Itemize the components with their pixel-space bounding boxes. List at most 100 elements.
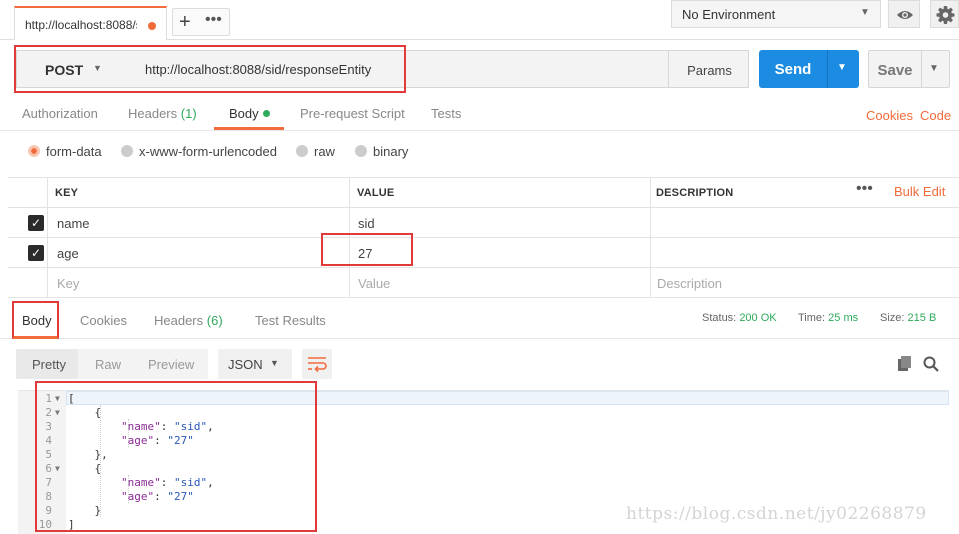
chevron-down-icon[interactable]: ▼ bbox=[837, 62, 847, 73]
status-label: Status: bbox=[702, 312, 737, 324]
active-tab-indicator bbox=[214, 127, 284, 130]
tab-label: Body bbox=[229, 106, 259, 121]
annotation-box-value bbox=[321, 233, 413, 266]
tab-authorization[interactable]: Authorization bbox=[22, 106, 98, 121]
key-value: name bbox=[57, 216, 90, 231]
radio-raw[interactable]: raw bbox=[296, 144, 335, 159]
tab-body[interactable]: Body bbox=[229, 106, 270, 121]
radio-icon bbox=[121, 145, 133, 157]
size-label: Size: bbox=[880, 312, 905, 324]
table-row: ✓ name sid bbox=[8, 208, 959, 238]
checkbox-checked-icon[interactable]: ✓ bbox=[28, 215, 44, 231]
column-header-key: KEY bbox=[55, 187, 79, 199]
settings-button[interactable] bbox=[930, 0, 959, 28]
key-cell[interactable]: age bbox=[47, 238, 349, 268]
more-tabs-icon[interactable]: ••• bbox=[205, 11, 222, 29]
tab-count: (6) bbox=[206, 313, 223, 328]
radio-icon bbox=[296, 145, 308, 157]
request-tab-label: http://localhost:8088/s bbox=[25, 18, 137, 32]
copy-icon[interactable] bbox=[896, 355, 914, 376]
code-link[interactable]: Code bbox=[920, 108, 951, 123]
search-icon[interactable] bbox=[922, 355, 940, 376]
key-cell[interactable]: name bbox=[47, 208, 349, 238]
radio-label: binary bbox=[373, 144, 409, 159]
checkbox-checked-icon[interactable]: ✓ bbox=[28, 245, 44, 261]
format-preview[interactable]: Preview bbox=[148, 357, 194, 372]
response-size: Size: 215 B bbox=[880, 312, 936, 324]
key-placeholder: Key bbox=[57, 276, 80, 291]
radio-binary[interactable]: binary bbox=[355, 144, 408, 159]
tab-label: Pre-request Script bbox=[300, 106, 405, 121]
environment-select[interactable]: No Environment ▼ bbox=[671, 0, 881, 28]
annotation-box-url bbox=[14, 45, 406, 93]
table-row: ✓ age 27 bbox=[8, 238, 959, 268]
column-key: KEY bbox=[47, 178, 349, 208]
tab-count: (1) bbox=[180, 106, 197, 121]
unsaved-dot-icon[interactable] bbox=[148, 22, 156, 30]
status-dot-icon bbox=[262, 110, 270, 117]
wrap-lines-button[interactable] bbox=[302, 349, 332, 379]
tab-actions: + ••• bbox=[172, 8, 230, 36]
divider bbox=[0, 338, 959, 339]
bulk-edit-link[interactable]: Bulk Edit bbox=[894, 184, 945, 199]
watermark-text: https://blog.csdn.net/jy02268879 bbox=[626, 504, 927, 524]
time-label: Time: bbox=[798, 312, 826, 324]
request-tab[interactable]: http://localhost:8088/s bbox=[14, 6, 167, 40]
tab-pre-request-script[interactable]: Pre-request Script bbox=[300, 106, 405, 121]
radio-selected-icon bbox=[28, 145, 40, 157]
language-label: JSON bbox=[228, 357, 263, 372]
chevron-down-icon: ▼ bbox=[270, 358, 279, 368]
format-raw[interactable]: Raw bbox=[95, 357, 121, 372]
radio-x-www-form-urlencoded[interactable]: x-www-form-urlencoded bbox=[121, 144, 277, 159]
size-value: 215 B bbox=[907, 312, 937, 324]
chevron-down-icon[interactable]: ▼ bbox=[929, 63, 939, 74]
form-data-table: KEY VALUE DESCRIPTION ✓ name sid ✓ age 2… bbox=[8, 177, 959, 298]
format-toggle: Pretty Raw Preview bbox=[16, 349, 208, 379]
cookies-link[interactable]: Cookies bbox=[866, 108, 913, 123]
divider bbox=[921, 51, 922, 87]
description-input[interactable]: Description bbox=[650, 268, 959, 298]
response-tab-headers[interactable]: Headers (6) bbox=[154, 313, 223, 328]
response-time: Time: 25 ms bbox=[798, 312, 858, 324]
description-cell[interactable] bbox=[650, 208, 959, 238]
value-text: sid bbox=[358, 216, 375, 231]
tab-label: Cookies bbox=[80, 313, 127, 328]
key-input[interactable]: Key bbox=[47, 268, 349, 298]
radio-form-data[interactable]: form-data bbox=[28, 144, 102, 159]
more-options-icon[interactable]: ••• bbox=[856, 180, 873, 198]
radio-label: form-data bbox=[46, 144, 102, 159]
tab-headers[interactable]: Headers (1) bbox=[128, 106, 197, 121]
save-button[interactable]: Save ▼ bbox=[868, 50, 950, 88]
eye-icon bbox=[897, 11, 913, 19]
save-label: Save bbox=[877, 62, 913, 79]
gear-icon bbox=[936, 6, 955, 24]
column-header-value: VALUE bbox=[357, 187, 395, 199]
response-tab-test-results[interactable]: Test Results bbox=[255, 313, 326, 328]
tab-label: Authorization bbox=[22, 106, 98, 121]
language-select[interactable]: JSON ▼ bbox=[218, 349, 292, 379]
radio-label: x-www-form-urlencoded bbox=[139, 144, 277, 159]
radio-label: raw bbox=[314, 144, 335, 159]
divider bbox=[827, 50, 828, 88]
wrap-lines-icon bbox=[308, 357, 327, 373]
send-button[interactable]: Send ▼ bbox=[759, 50, 859, 88]
column-value: VALUE bbox=[349, 178, 650, 208]
environment-quick-look-button[interactable] bbox=[888, 0, 920, 28]
tab-tests[interactable]: Tests bbox=[431, 106, 461, 121]
format-pretty[interactable]: Pretty bbox=[32, 357, 66, 372]
plus-icon[interactable]: + bbox=[179, 12, 191, 32]
description-placeholder: Description bbox=[657, 276, 723, 291]
annotation-box-body-tab bbox=[12, 301, 59, 339]
tab-label: Headers bbox=[154, 313, 204, 328]
tab-label: Tests bbox=[431, 106, 462, 121]
description-cell[interactable] bbox=[650, 238, 959, 268]
value-input[interactable]: Value bbox=[349, 268, 650, 298]
chevron-down-icon: ▼ bbox=[860, 7, 870, 18]
column-header-description: DESCRIPTION bbox=[656, 187, 734, 199]
time-value: 25 ms bbox=[828, 312, 859, 324]
params-button[interactable]: Params bbox=[668, 50, 749, 88]
tab-label: Headers bbox=[128, 106, 178, 121]
table-row-new: Key Value Description bbox=[8, 268, 959, 298]
send-label: Send bbox=[774, 61, 812, 78]
response-tab-cookies[interactable]: Cookies bbox=[80, 313, 127, 328]
